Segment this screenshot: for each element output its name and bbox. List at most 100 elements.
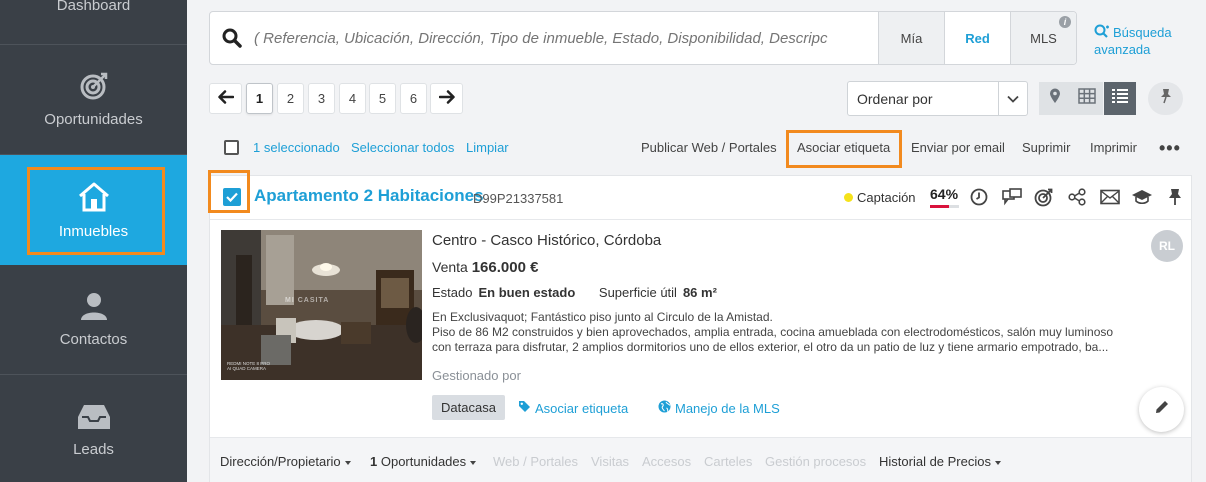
tab-opportunities-label: Oportunidades <box>380 454 467 469</box>
arrow-left-icon <box>217 88 234 109</box>
page-button-2[interactable]: 2 <box>277 83 304 114</box>
completeness-bar <box>930 205 959 208</box>
photo-caption-line-2: AI QUAD CAMERA <box>227 366 267 371</box>
send-email-button[interactable]: Enviar por email <box>911 140 1005 155</box>
tag-icon <box>518 400 531 416</box>
status-dot-icon <box>844 193 853 202</box>
sort-select-label: Ordenar por <box>857 90 933 107</box>
page-button-1[interactable]: 1 <box>246 83 273 114</box>
page-button-5[interactable]: 5 <box>369 83 396 114</box>
scope-mls-label: MLS <box>1030 30 1057 46</box>
caret-down-icon <box>995 460 1001 465</box>
property-price: Venta 166.000 € <box>432 259 538 276</box>
map-pin-icon <box>1049 88 1061 109</box>
highlight-box-inmuebles <box>27 167 165 255</box>
edit-button[interactable] <box>1139 387 1184 432</box>
tab-visits[interactable]: Visitas <box>591 454 629 469</box>
globe-icon <box>658 400 671 416</box>
property-card-footer: Dirección/Propietario 1 Oportunidades We… <box>210 437 1191 482</box>
sidebar-item-leads[interactable]: Leads <box>0 375 187 482</box>
clear-selection-link[interactable]: Limpiar <box>466 140 509 155</box>
select-all-link[interactable]: Seleccionar todos <box>351 140 454 155</box>
tab-owner[interactable]: Dirección/Propietario <box>220 454 351 469</box>
pin-button[interactable] <box>1148 82 1183 115</box>
property-location: Centro - Casco Histórico, Córdoba <box>432 232 662 249</box>
property-photo[interactable]: MI CASITA REDMI NOTE 8 PRO AI QUAD CAMER… <box>221 230 422 380</box>
more-options-icon[interactable]: ••• <box>1159 138 1181 159</box>
search-bar: Mía Red MLS i <box>209 11 1077 65</box>
person-icon <box>79 291 109 325</box>
status-badge[interactable]: Captación <box>857 190 916 205</box>
scope-mia-button[interactable]: Mía <box>878 12 944 64</box>
tab-signs[interactable]: Carteles <box>704 454 752 469</box>
graduation-cap-icon[interactable] <box>1131 186 1153 208</box>
tab-access[interactable]: Accesos <box>642 454 691 469</box>
delete-button[interactable]: Suprimir <box>1022 140 1070 155</box>
selected-count-link[interactable]: 1 seleccionado <box>253 140 340 155</box>
list-view-button[interactable] <box>1104 82 1136 115</box>
map-view-button[interactable] <box>1039 82 1071 115</box>
chevron-down-icon <box>998 82 1027 115</box>
scope-mls-button[interactable]: MLS i <box>1010 12 1076 64</box>
envelope-icon[interactable] <box>1099 186 1121 208</box>
page-button-3[interactable]: 3 <box>308 83 335 114</box>
sort-select[interactable]: Ordenar por <box>847 81 1028 116</box>
target-icon[interactable] <box>1033 186 1055 208</box>
price-value: 166.000 € <box>471 259 539 276</box>
managed-by-label: Gestionado por <box>432 368 521 383</box>
list-icon <box>1111 88 1129 109</box>
tab-price-history[interactable]: Historial de Precios <box>879 454 1001 469</box>
chat-icon[interactable] <box>1001 186 1023 208</box>
tab-opportunities[interactable]: 1 Oportunidades <box>370 454 477 469</box>
info-icon[interactable]: i <box>1059 16 1071 28</box>
search-icon[interactable] <box>210 12 254 64</box>
property-title[interactable]: Apartamento 2 Habitaciones <box>254 186 484 206</box>
associate-tag-label: Asociar etiqueta <box>535 400 629 416</box>
property-card: Apartamento 2 Habitaciones D99P21337581 … <box>209 175 1192 482</box>
print-button[interactable]: Imprimir <box>1090 140 1137 155</box>
clock-icon[interactable] <box>968 186 990 208</box>
page-button-4[interactable]: 4 <box>339 83 366 114</box>
advanced-search-link[interactable]: Búsqueda avanzada <box>1094 24 1172 58</box>
inbox-icon <box>76 403 112 435</box>
sidebar-item-oportunidades[interactable]: Oportunidades <box>0 45 187 155</box>
mls-management-label: Manejo de la MLS <box>675 400 780 416</box>
sidebar-item-contactos[interactable]: Contactos <box>0 265 187 375</box>
avatar[interactable]: RL <box>1151 230 1183 262</box>
select-all-checkbox[interactable] <box>224 140 239 155</box>
advanced-search-label-2: avanzada <box>1094 42 1151 57</box>
sidebar-item-label: Leads <box>73 440 114 458</box>
grid-view-button[interactable] <box>1071 82 1103 115</box>
mls-management-link[interactable]: Manejo de la MLS <box>658 400 780 416</box>
sidebar-item-label: Dashboard <box>56 0 131 14</box>
tab-process[interactable]: Gestión procesos <box>765 454 866 469</box>
caret-down-icon <box>344 460 351 465</box>
pin-icon[interactable] <box>1164 186 1186 208</box>
prev-page-button[interactable] <box>209 83 242 114</box>
completeness-bar-fill <box>930 205 949 208</box>
tab-web-portals[interactable]: Web / Portales <box>493 454 578 469</box>
pencil-icon <box>1154 399 1170 420</box>
agency-tag[interactable]: Datacasa <box>432 395 505 420</box>
property-card-header: Apartamento 2 Habitaciones D99P21337581 … <box>210 176 1191 220</box>
page-button-6[interactable]: 6 <box>400 83 427 114</box>
next-page-button[interactable] <box>430 83 463 114</box>
pin-icon <box>1159 88 1173 109</box>
description-line: Piso de 86 M2 construidos y bien aprovec… <box>432 325 1114 339</box>
associate-tag-link[interactable]: Asociar etiqueta <box>518 400 628 416</box>
estado-value: En buen estado <box>478 285 576 300</box>
sidebar-item-label: Contactos <box>59 331 128 348</box>
surface-label: Superficie útil <box>598 285 677 300</box>
publish-portals-button[interactable]: Publicar Web / Portales <box>641 140 777 155</box>
scope-red-button[interactable]: Red <box>944 12 1010 64</box>
estado-label: Estado <box>432 285 473 300</box>
property-reference: D99P21337581 <box>473 191 564 206</box>
tab-price-history-label: Historial de Precios <box>879 454 991 469</box>
caret-down-icon <box>470 460 477 465</box>
sidebar-item-dashboard[interactable]: Dashboard <box>0 0 187 45</box>
description-line: En Exclusivaquot; Fantástico piso junto … <box>432 310 773 324</box>
highlight-box-associate-tag <box>786 130 902 168</box>
search-input[interactable] <box>254 12 878 64</box>
sidebar-item-label: Oportunidades <box>44 111 143 128</box>
share-network-icon[interactable] <box>1066 186 1088 208</box>
